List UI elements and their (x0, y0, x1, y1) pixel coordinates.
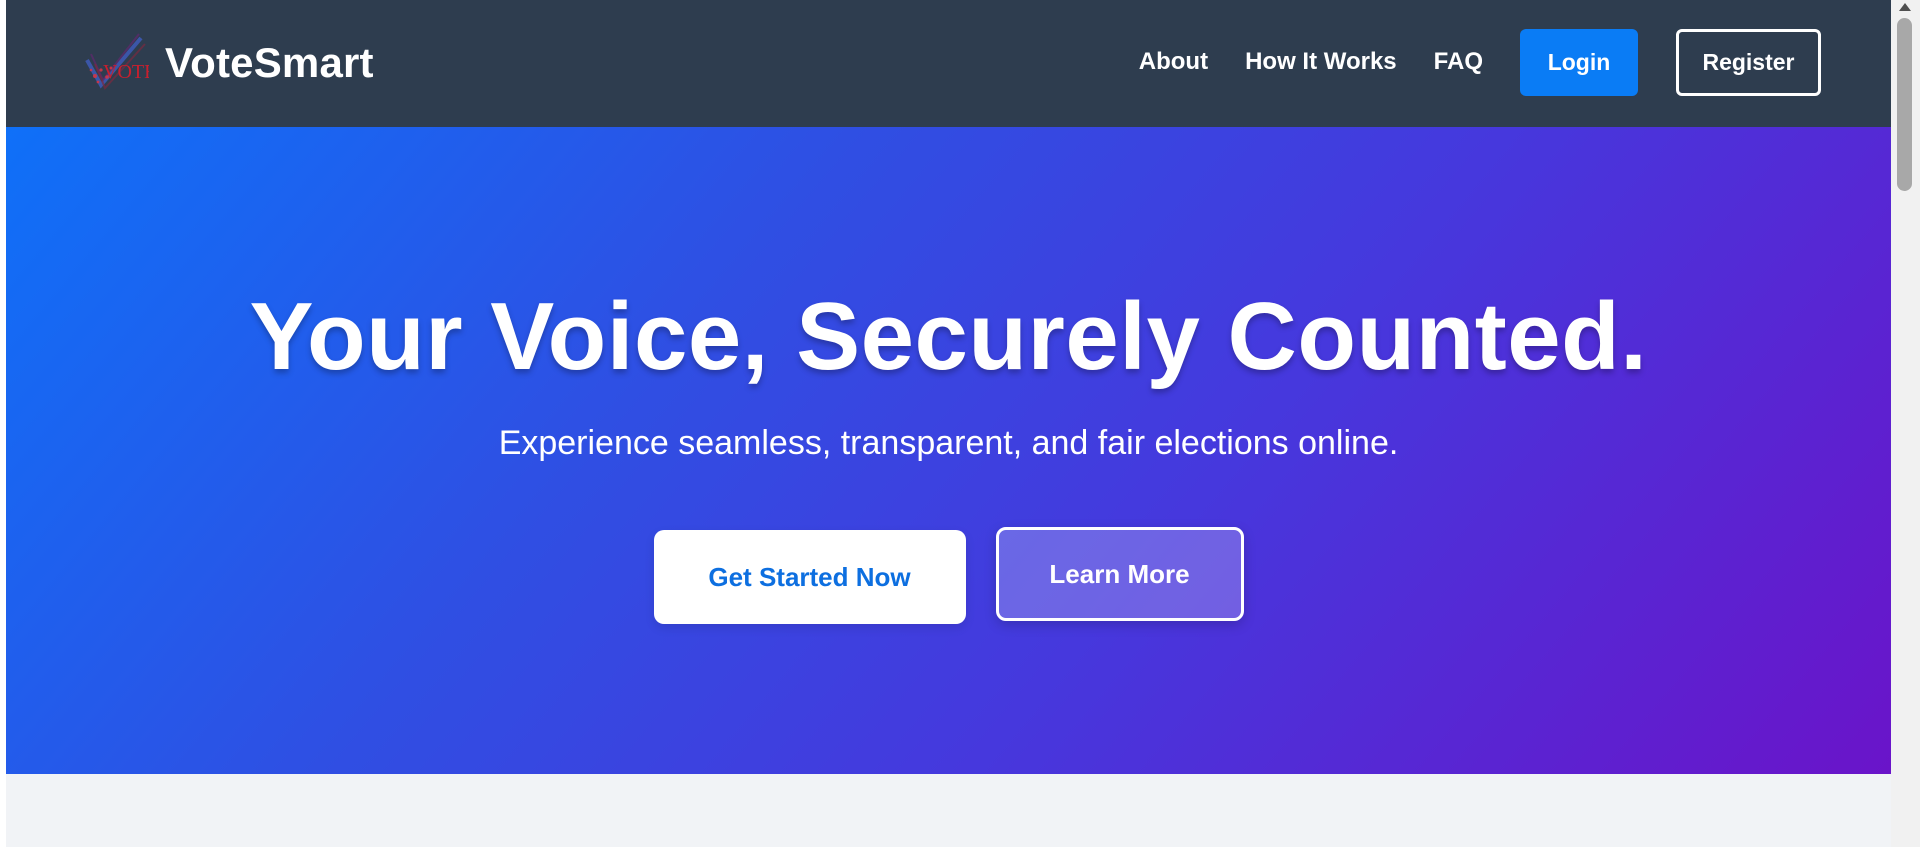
brand-name: VoteSmart (165, 39, 374, 86)
brand[interactable]: VOTE VoteSmart (81, 30, 374, 96)
page-scrollbar[interactable] (1891, 0, 1920, 847)
top-navbar: VOTE VoteSmart About How It Works FAQ Lo… (6, 0, 1891, 127)
hero-actions: Get Started Now Learn More (6, 527, 1891, 624)
nav-link-how-it-works[interactable]: How It Works (1245, 48, 1397, 76)
hero-subtitle: Experience seamless, transparent, and fa… (498, 424, 1399, 462)
hero-title: Your Voice, Securely Counted. (249, 283, 1648, 390)
vote-logo-icon: VOTE (85, 33, 149, 90)
learn-more-button[interactable]: Learn More (995, 527, 1244, 621)
get-started-button[interactable]: Get Started Now (653, 530, 966, 624)
login-button[interactable]: Login (1520, 28, 1638, 96)
nav-link-faq[interactable]: FAQ (1434, 48, 1483, 76)
page: VOTE VoteSmart About How It Works FAQ Lo… (6, 0, 1891, 847)
hero-section: Your Voice, Securely Counted. Experience… (6, 127, 1891, 774)
nav-link-about[interactable]: About (1139, 48, 1208, 76)
nav-links: About How It Works FAQ Login Register (1139, 28, 1821, 96)
scroll-up-arrow-icon[interactable] (1899, 3, 1911, 11)
register-button[interactable]: Register (1676, 28, 1821, 96)
svg-text:VOTE: VOTE (103, 61, 149, 83)
scrollbar-thumb[interactable] (1897, 18, 1912, 191)
